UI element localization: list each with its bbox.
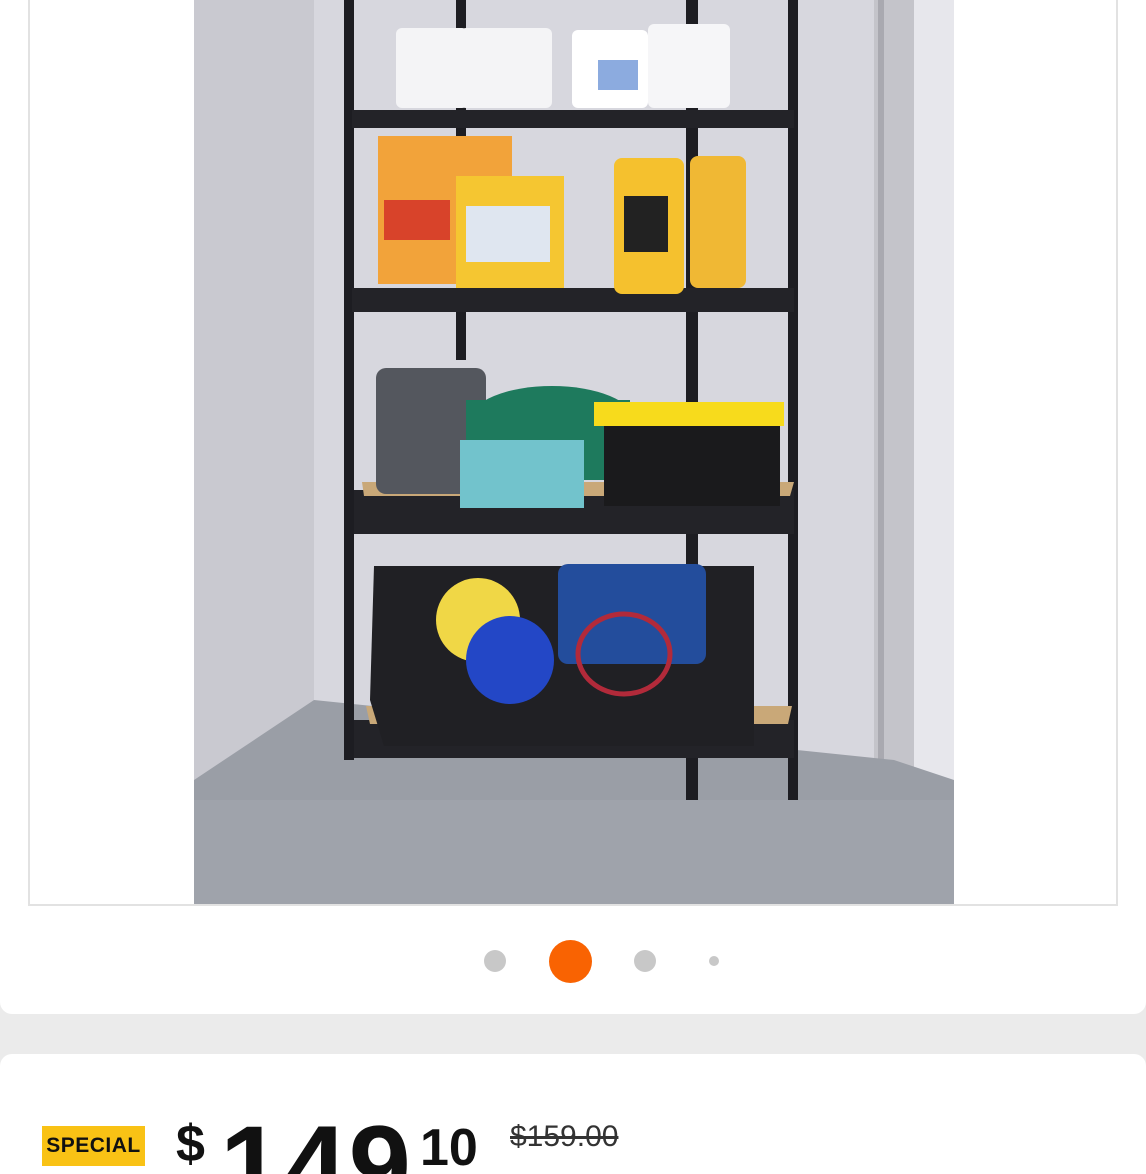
price-dollars: 149: [220, 1103, 413, 1174]
was-price: $159.00: [510, 1120, 619, 1153]
price-currency-symbol: $: [176, 1115, 205, 1173]
product-image-section: [0, 0, 1146, 1014]
price-section: SPECIAL $ 149 10 $159.00: [0, 1054, 1146, 1174]
carousel-dot-1[interactable]: [484, 950, 506, 972]
carousel-dot-3[interactable]: [634, 950, 656, 972]
image-carousel-indicators: [0, 940, 1146, 984]
carousel-dot-4[interactable]: [709, 956, 719, 966]
special-badge: SPECIAL: [42, 1126, 145, 1166]
carousel-dot-2-active[interactable]: [549, 940, 592, 983]
price-cents: 10: [420, 1119, 478, 1174]
product-image: [194, 0, 954, 904]
product-image-frame[interactable]: [28, 0, 1118, 906]
